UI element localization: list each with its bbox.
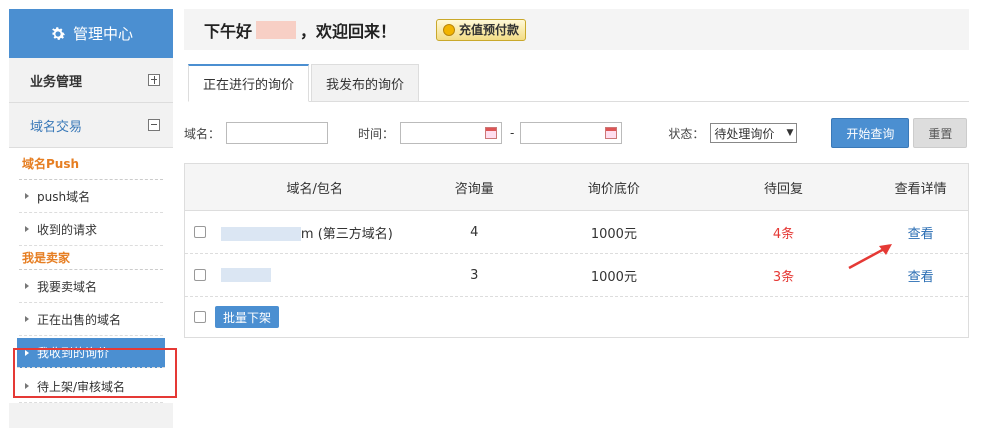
recharge-button[interactable]: 充值预付款: [436, 18, 527, 41]
col-view: 查看详情: [894, 181, 947, 197]
caret-right-icon: [25, 283, 29, 289]
tab-my-inquiries[interactable]: 我发布的询价: [311, 64, 420, 102]
sidebar: 管理中心 业务管理 域名交易 域名Push push域名 收到的请求 我是卖家 …: [9, 9, 173, 428]
select-all-checkbox[interactable]: [194, 311, 206, 323]
time-label: 时间：: [358, 126, 395, 141]
status-label: 状态：: [668, 126, 705, 141]
sidebar-item-push-domain[interactable]: push域名: [19, 180, 163, 213]
end-date-input[interactable]: [520, 122, 623, 144]
row-checkbox[interactable]: [193, 226, 206, 238]
collapse-icon[interactable]: [148, 119, 160, 131]
sidebar-item-label: 我收到的询价: [37, 346, 110, 360]
sidebar-item-label: push域名: [37, 189, 91, 204]
date-separator: -: [510, 126, 515, 140]
status-select[interactable]: 待处理询价 ▼: [710, 123, 798, 143]
table-footer: 批量下架: [185, 297, 968, 337]
section-seller: 我是卖家: [19, 246, 163, 270]
table-header: 域名/包名 咨询量 询价底价 待回复 查看详情: [185, 164, 968, 211]
col-price: 询价底价: [587, 181, 640, 197]
sidebar-item-label: 正在出售的域名: [37, 312, 122, 327]
start-date-input[interactable]: [400, 122, 503, 144]
view-link[interactable]: 查看: [873, 223, 968, 242]
sidebar-item-on-sale[interactable]: 正在出售的域名: [19, 303, 163, 336]
caret-right-icon: [25, 383, 29, 389]
sidebar-item-sell-domain[interactable]: 我要卖域名: [19, 270, 163, 303]
caret-right-icon: [25, 349, 29, 356]
col-count: 咨询量: [454, 181, 494, 197]
reset-button[interactable]: 重置: [913, 118, 968, 148]
caret-right-icon: [25, 316, 29, 322]
sidebar-item-pending-review[interactable]: 待上架/审核域名: [19, 370, 163, 403]
col-domain: 域名/包名: [286, 181, 343, 197]
menu-domain-trade-label: 域名交易: [30, 119, 83, 135]
count-cell: 4: [470, 224, 479, 240]
calendar-icon[interactable]: [605, 127, 618, 139]
greeting-prefix: 下午好: [204, 21, 253, 41]
calendar-icon[interactable]: [485, 127, 498, 139]
domain-cell: [215, 268, 415, 283]
search-form: 域名： 时间： - 状态： 待处理询价 ▼ 开始查询 重置: [184, 118, 969, 148]
recharge-label: 充值预付款: [459, 23, 520, 37]
status-select-value: 待处理询价: [714, 126, 775, 141]
sidebar-item-received-requests[interactable]: 收到的请求: [19, 213, 163, 246]
caret-right-icon: [25, 193, 29, 199]
batch-delist-button[interactable]: 批量下架: [215, 306, 280, 328]
domain-suffix: m (第三方域名): [300, 226, 393, 242]
annotation-arrow-icon: [848, 244, 892, 270]
redacted-username: [256, 20, 297, 39]
menu-business[interactable]: 业务管理: [9, 58, 173, 103]
col-pending: 待回复: [763, 181, 803, 197]
count-cell: 3: [470, 267, 479, 283]
main-content: 下午好 ，欢迎回来！ 充值预付款 正在进行的询价 我发布的询价 域名： 时间： …: [184, 9, 969, 338]
greeting: 下午好 ，欢迎回来！: [204, 18, 396, 42]
coin-icon: [443, 23, 456, 36]
tab-ongoing-inquiries[interactable]: 正在进行的询价: [188, 64, 310, 102]
domain-label: 域名：: [184, 126, 221, 141]
domain-cell: m (第三方域名): [215, 223, 415, 242]
greeting-bar: 下午好 ，欢迎回来！ 充值预付款: [184, 9, 969, 50]
expand-icon[interactable]: [148, 74, 160, 86]
search-button[interactable]: 开始查询: [831, 118, 910, 148]
sidebar-item-label: 我要卖域名: [37, 279, 98, 294]
redacted-domain: [220, 227, 301, 241]
tab-bar: 正在进行的询价 我发布的询价: [188, 64, 969, 102]
row-checkbox[interactable]: [193, 269, 206, 281]
sidebar-item-label: 收到的请求: [37, 222, 98, 237]
section-push: 域名Push: [19, 148, 163, 180]
sidebar-item-received-inquiries[interactable]: 我收到的询价: [17, 338, 165, 368]
sidebar-item-label: 待上架/审核域名: [37, 379, 126, 394]
menu-domain-trade[interactable]: 域名交易: [9, 103, 173, 148]
price-cell: 1000元: [590, 226, 637, 242]
sidebar-header: 管理中心: [9, 9, 173, 58]
greeting-suffix: ，欢迎回来！: [300, 21, 397, 41]
redacted-domain: [220, 268, 271, 282]
menu-business-label: 业务管理: [30, 74, 83, 90]
dropdown-arrow-icon: ▼: [786, 128, 794, 138]
price-cell: 1000元: [590, 269, 637, 285]
caret-right-icon: [25, 226, 29, 232]
sidebar-title: 管理中心: [72, 25, 133, 43]
submenu: 域名Push push域名 收到的请求 我是卖家 我要卖域名 正在出售的域名 我…: [9, 148, 173, 403]
page: 管理中心 业务管理 域名交易 域名Push push域名 收到的请求 我是卖家 …: [0, 0, 1003, 428]
pending-cell: 4条: [772, 226, 795, 242]
gear-icon: [49, 25, 67, 43]
domain-input[interactable]: [226, 122, 329, 144]
